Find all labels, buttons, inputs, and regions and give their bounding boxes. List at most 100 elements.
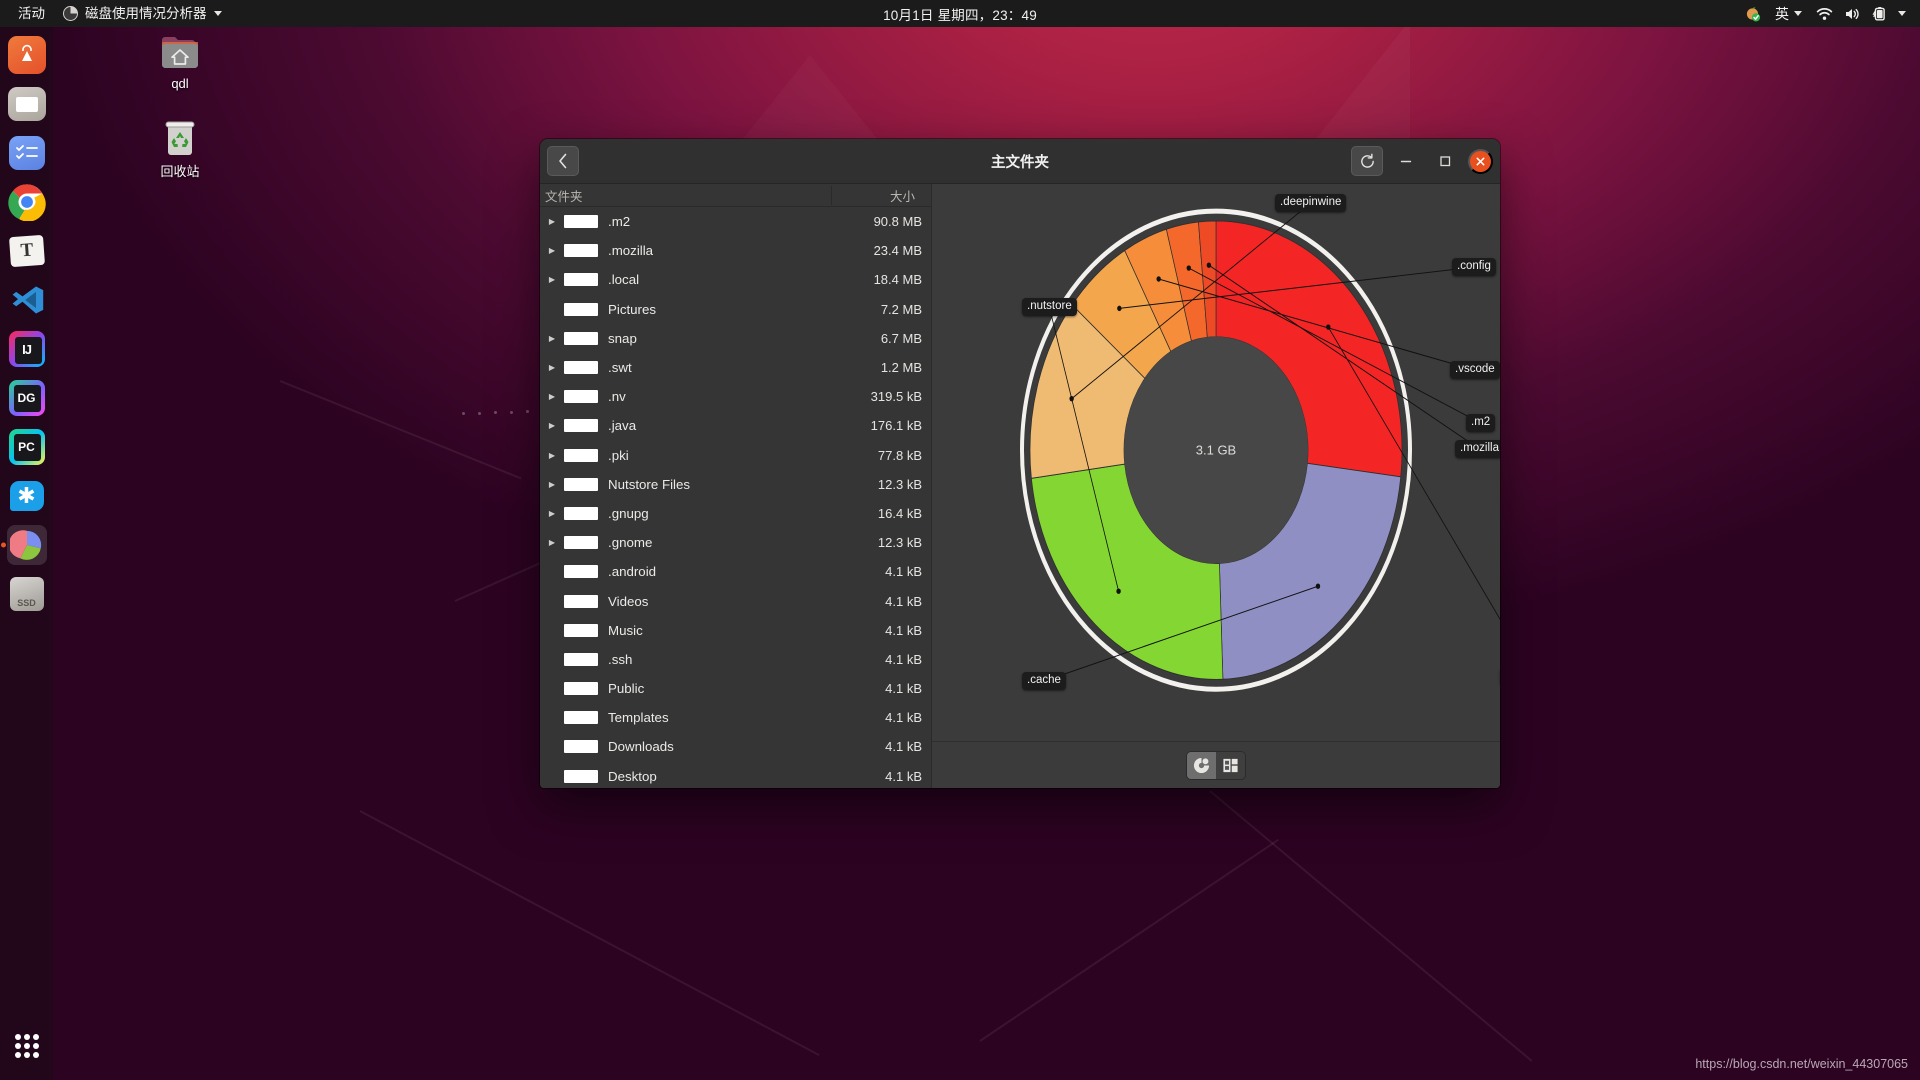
vscode-icon [12, 286, 43, 314]
treemap-view-button[interactable] [1216, 751, 1245, 779]
size-swatch [564, 477, 598, 491]
table-row[interactable]: ▶ .java 176.1 kB [540, 411, 931, 440]
back-button[interactable] [547, 146, 579, 176]
expand-triangle-icon[interactable]: ▶ [540, 480, 564, 489]
expand-triangle-icon[interactable]: ▶ [540, 275, 564, 284]
chart-slice-label: .config [1452, 258, 1496, 277]
table-row[interactable]: ▶ .m2 90.8 MB [540, 207, 931, 236]
desktop-icon-qdl[interactable]: qdl [137, 32, 223, 91]
expand-triangle-icon[interactable]: ▶ [540, 363, 564, 372]
wallpaper-dot [494, 411, 497, 414]
table-row[interactable]: ▶ .gnupg 16.4 kB [540, 499, 931, 528]
folder-size: 6.7 MB [880, 330, 922, 346]
size-swatch [564, 682, 598, 696]
expand-triangle-icon[interactable]: ▶ [540, 421, 564, 430]
expand-triangle-icon[interactable]: ▶ [540, 246, 564, 255]
table-row[interactable]: .android 4.1 kB [540, 557, 931, 586]
dock-item-google-chrome[interactable] [7, 182, 47, 222]
table-row[interactable]: ▶ Nutstore Files 12.3 kB [540, 470, 931, 499]
folder-size: 1.2 MB [880, 360, 922, 376]
table-row[interactable]: ▶ .pki 77.8 kB [540, 441, 931, 470]
folder-name: Videos [608, 593, 649, 609]
grid-dot [23, 1034, 30, 1040]
folder-name: .gnupg [608, 505, 649, 521]
dock-item-text-editor[interactable]: T [7, 231, 47, 271]
dock-item-vs-code[interactable] [7, 280, 47, 320]
rings-chart[interactable]: 3.1 GB Documents.cache.nutstore.deepinwi… [932, 184, 1500, 741]
table-row[interactable]: ▶ snap 6.7 MB [540, 324, 931, 353]
desktop-icon-label: 回收站 [160, 164, 200, 179]
expand-triangle-icon[interactable]: ▶ [540, 538, 564, 547]
dock-item-messenger[interactable]: ✱ [7, 476, 47, 516]
input-method-indicator[interactable]: 英 [1769, 1, 1808, 27]
intellij-idea-icon: IJ [8, 331, 45, 367]
folder-name: .local [608, 272, 640, 288]
column-header-name[interactable]: 文件夹 [540, 186, 831, 205]
grid-dot [14, 1052, 21, 1058]
dock-item-datagrip[interactable]: DG [7, 378, 47, 418]
table-row[interactable]: Templates 4.1 kB [540, 703, 931, 732]
folder-name: Desktop [608, 768, 657, 784]
size-swatch [564, 740, 598, 754]
grid-dot [32, 1034, 39, 1040]
chart-slice-label: .mozilla [1455, 440, 1500, 459]
ring-chart-icon [1193, 757, 1210, 773]
app-menu-button[interactable]: 磁盘使用情况分析器 [54, 3, 231, 24]
activities-label: 活动 [18, 5, 45, 21]
desktop-icon-trash[interactable]: 回收站 [137, 117, 223, 180]
chrome-icon [7, 184, 46, 221]
table-row[interactable]: ▶ .local 18.4 MB [540, 265, 931, 294]
size-swatch [564, 769, 598, 783]
expand-triangle-icon[interactable]: ▶ [540, 392, 564, 401]
dock-item-disk-usage-analyzer[interactable] [6, 525, 47, 565]
dock-item-files[interactable] [7, 84, 47, 124]
chart-center-total: 3.1 GB [1195, 442, 1237, 458]
folder-name: Templates [608, 710, 669, 726]
software-updates-icon[interactable] [1739, 3, 1767, 25]
column-header-size[interactable]: 大小 [831, 185, 923, 205]
folder-size: 4.1 kB [885, 768, 922, 784]
folder-size: 319.5 kB [870, 389, 922, 405]
chevron-down-icon [1794, 11, 1802, 16]
treemap-icon [1223, 758, 1238, 772]
folder-size: 90.8 MB [873, 214, 922, 230]
minimize-button[interactable] [1390, 146, 1422, 176]
size-swatch [564, 536, 598, 550]
table-row[interactable]: Desktop 4.1 kB [540, 762, 931, 788]
table-row[interactable]: .ssh 4.1 kB [540, 645, 931, 674]
system-status-menu[interactable] [1810, 3, 1912, 25]
table-row[interactable]: Music 4.1 kB [540, 616, 931, 645]
view-mode-group [1186, 750, 1246, 780]
expand-triangle-icon[interactable]: ▶ [540, 509, 564, 518]
reload-button[interactable] [1351, 146, 1383, 176]
grid-dot [32, 1052, 39, 1058]
table-row[interactable]: Pictures 7.2 MB [540, 295, 931, 324]
chart-slice-label: .deepinwine [1275, 194, 1347, 213]
expand-triangle-icon[interactable]: ▶ [540, 217, 564, 226]
dock-item-ubuntu-software[interactable] [7, 35, 47, 75]
clock[interactable]: 10月1日 星期四，23：49 [883, 4, 1037, 24]
activities-button[interactable]: 活动 [9, 4, 54, 24]
expand-triangle-icon[interactable]: ▶ [540, 334, 564, 343]
table-row[interactable]: ▶ .gnome 12.3 kB [540, 528, 931, 557]
folder-list-pane: 文件夹 大小 ▶ .m2 90.8 MB ▶ .mozilla 23.4 MB ▶ .loca… [540, 184, 932, 788]
table-row[interactable]: ▶ .mozilla 23.4 MB [540, 236, 931, 265]
maximize-button[interactable] [1429, 146, 1461, 176]
close-button[interactable] [1468, 148, 1493, 174]
dock-item-ssd-drive[interactable]: SSD [7, 574, 47, 614]
folder-name: Nutstore Files [608, 476, 691, 492]
dock-item-todo[interactable] [7, 133, 47, 173]
show-applications-button[interactable] [7, 1026, 47, 1066]
dock-item-intellij-idea[interactable]: IJ [7, 329, 47, 369]
rings-chart-view-button[interactable] [1187, 751, 1216, 779]
ssd-drive-icon: SSD [9, 577, 44, 611]
table-row[interactable]: Videos 4.1 kB [540, 586, 931, 615]
expand-triangle-icon[interactable]: ▶ [540, 451, 564, 460]
table-row[interactable]: ▶ .nv 319.5 kB [540, 382, 931, 411]
list-header: 文件夹 大小 [540, 184, 931, 207]
dock-item-pycharm[interactable]: PC [7, 427, 47, 467]
table-row[interactable]: Downloads 4.1 kB [540, 732, 931, 761]
table-row[interactable]: Public 4.1 kB [540, 674, 931, 703]
window-titlebar[interactable]: 主文件夹 [540, 139, 1500, 184]
table-row[interactable]: ▶ .swt 1.2 MB [540, 353, 931, 382]
